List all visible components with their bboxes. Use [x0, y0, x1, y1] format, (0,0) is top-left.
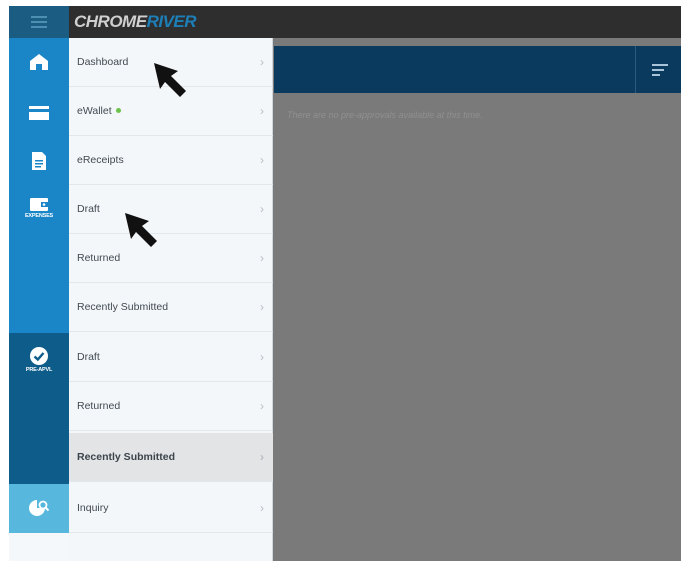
navigation-menu: Dashboard › eWallet › eReceipts › Draft …	[69, 38, 273, 561]
home-icon[interactable]	[9, 53, 69, 71]
inquiry-chart-search-icon[interactable]	[9, 498, 69, 518]
empty-state-message: There are no pre-approvals available at …	[287, 110, 483, 120]
preapproval-rail-label: PRE-APVL	[25, 367, 53, 373]
top-bar: CHROMERIVER	[9, 6, 681, 38]
menu-item-expenses-recently-submitted[interactable]: Recently Submitted ›	[69, 283, 273, 332]
chevron-right-icon: ›	[260, 104, 264, 118]
chevron-right-icon: ›	[260, 153, 264, 167]
chevron-right-icon: ›	[260, 300, 264, 314]
content-header-bar	[274, 46, 681, 93]
menu-item-inquiry[interactable]: Inquiry ›	[69, 484, 273, 533]
app-logo: CHROMERIVER	[74, 12, 197, 31]
expenses-wallet-icon[interactable]: EXPENSES	[9, 196, 69, 219]
chevron-right-icon: ›	[260, 55, 264, 69]
pointer-arrow-icon	[154, 63, 186, 97]
card-icon[interactable]	[9, 105, 69, 121]
hamburger-menu-icon[interactable]	[9, 6, 69, 38]
menu-item-expenses-returned[interactable]: Returned ›	[69, 234, 273, 283]
chevron-right-icon: ›	[260, 350, 264, 364]
menu-item-preapproval-recently-submitted[interactable]: Recently Submitted ›	[69, 433, 273, 482]
receipt-document-icon[interactable]	[9, 151, 69, 171]
menu-item-expenses-draft[interactable]: Draft ›	[69, 185, 273, 234]
chevron-right-icon: ›	[260, 251, 264, 265]
menu-item-preapproval-returned[interactable]: Returned ›	[69, 382, 273, 431]
chevron-right-icon: ›	[260, 202, 264, 216]
chevron-right-icon: ›	[260, 501, 264, 515]
preapproval-check-icon[interactable]: PRE-APVL	[9, 346, 69, 373]
app-window: CHROMERIVER There are no pre-approvals a…	[9, 6, 681, 561]
icon-rail: EXPENSES PRE-APVL	[9, 38, 69, 561]
menu-item-preapproval-draft[interactable]: Draft ›	[69, 333, 273, 382]
pointer-arrow-icon	[125, 213, 157, 247]
status-dot	[115, 107, 121, 113]
expenses-rail-label: EXPENSES	[24, 213, 54, 219]
menu-item-ereceipts[interactable]: eReceipts ›	[69, 136, 273, 185]
chevron-right-icon: ›	[260, 450, 264, 464]
filter-sort-icon[interactable]	[635, 46, 681, 93]
chevron-right-icon: ›	[260, 399, 264, 413]
